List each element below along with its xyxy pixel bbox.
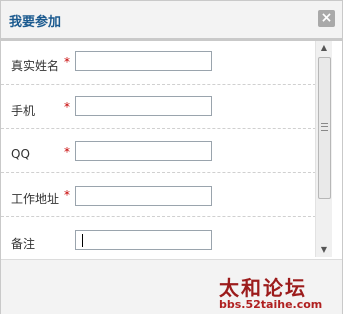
vertical-scrollbar[interactable]: ▲ ▼	[315, 41, 332, 257]
dialog-header: 我要参加 ×	[1, 1, 342, 41]
dialog-title: 我要参加	[9, 15, 62, 30]
required-mark: *	[64, 55, 70, 69]
qq-input[interactable]	[75, 141, 212, 161]
required-mark: *	[64, 188, 70, 202]
real-name-label: 真实姓名	[11, 59, 60, 73]
join-dialog: 我要参加 × 真实姓名 * 手机 * QQ * 工作地址 * 备注 ▲ ▼ 太和…	[0, 0, 343, 314]
close-button[interactable]: ×	[318, 10, 335, 27]
form-row-remarks: 备注	[1, 217, 316, 257]
form-row-real-name: 真实姓名 *	[1, 41, 316, 85]
forum-url: bbs.52taihe.com	[219, 298, 323, 311]
text-cursor	[82, 234, 83, 247]
work-address-label: 工作地址	[11, 192, 60, 206]
close-icon: ×	[320, 10, 333, 26]
scroll-down-arrow-icon[interactable]: ▼	[316, 243, 332, 257]
forum-logo-text: 太和论坛	[219, 276, 307, 300]
form-row-qq: QQ *	[1, 129, 316, 173]
form-content: 真实姓名 * 手机 * QQ * 工作地址 * 备注	[1, 41, 316, 257]
qq-label: QQ	[11, 147, 30, 161]
required-mark: *	[64, 145, 70, 159]
work-address-input[interactable]	[75, 186, 212, 206]
scroll-up-arrow-icon[interactable]: ▲	[316, 41, 332, 55]
scrollbar-thumb[interactable]	[318, 57, 331, 199]
dialog-footer: 太和论坛 bbs.52taihe.com	[1, 259, 342, 314]
phone-input[interactable]	[75, 96, 212, 116]
real-name-input[interactable]	[75, 51, 212, 71]
scrollbar-grip-icon	[321, 123, 328, 131]
remarks-input[interactable]	[75, 230, 212, 250]
remarks-label: 备注	[11, 237, 36, 251]
phone-label: 手机	[11, 104, 36, 118]
form-row-phone: 手机 *	[1, 85, 316, 129]
required-mark: *	[64, 100, 70, 114]
form-row-work-address: 工作地址 *	[1, 173, 316, 217]
